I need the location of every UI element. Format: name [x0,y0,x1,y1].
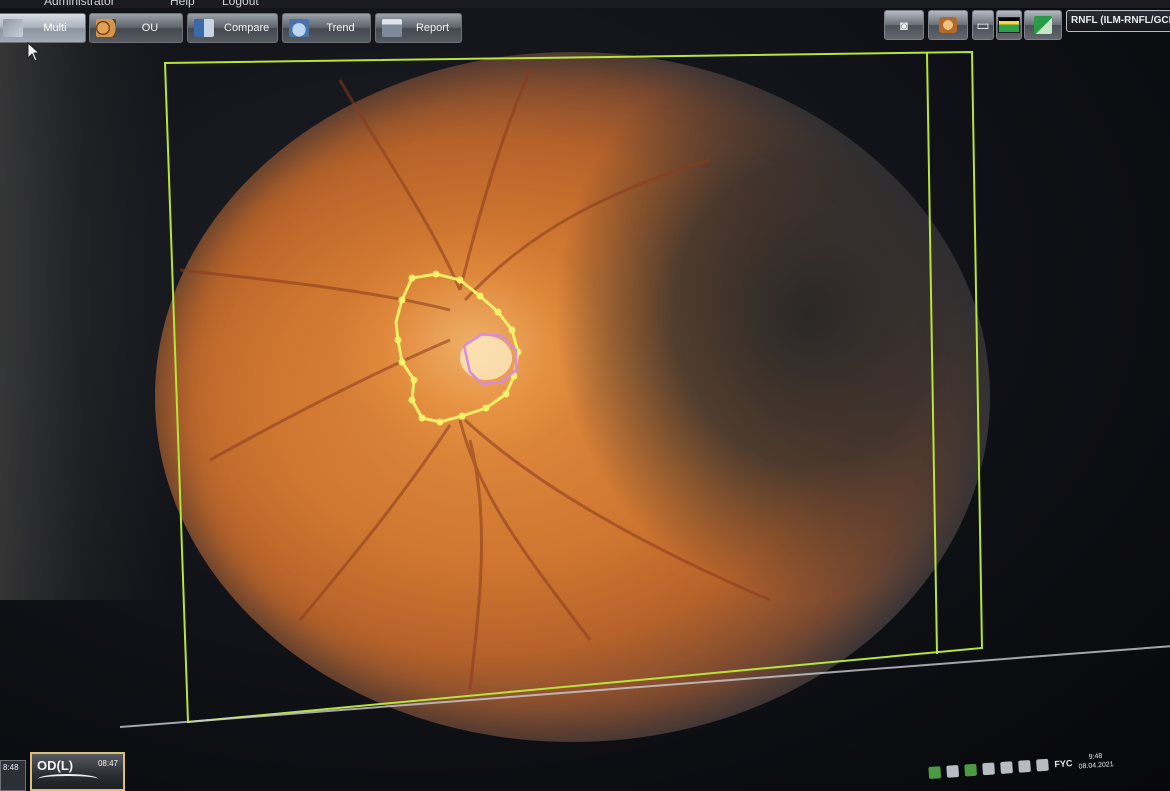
report-button[interactable]: Report [375,13,462,43]
menu-item-help[interactable]: Help [170,0,195,8]
scan-frame-divider [926,52,938,655]
compare-button-label: Compare [224,22,270,34]
edit-segmentation-icon [1034,16,1052,34]
retinal-vessels [179,69,771,691]
system-tray: FYC 9:48 08.04.2021 [927,737,1170,791]
tray-time: 9:48 [1088,752,1103,761]
scan-eye-label: OD(L) [37,758,74,773]
report-button-label: Report [415,22,450,34]
fundus-overlay [163,50,984,724]
scan-preview-icon [38,774,98,784]
report-icon [382,19,402,37]
ou-button-label: OU [141,22,159,34]
fundus-image-icon [939,17,957,33]
ou-eyes-icon [96,19,116,37]
multi-button-label: Multi [43,22,67,34]
thickness-map-icon [998,17,1020,33]
compare-icon [194,19,214,37]
screen: Administrator Help Logout Multi OU Compa… [0,0,1170,791]
trend-icon [289,19,309,37]
screen-glare [0,40,170,600]
blank-panel-icon: ▭ [976,17,990,33]
tray-device-icon[interactable] [982,762,996,776]
trend-button-label: Trend [326,22,355,34]
tray-volume-icon[interactable] [1018,759,1031,773]
multi-button[interactable]: Multi [0,13,86,43]
scan-frame [163,50,984,724]
tray-network-icon[interactable] [964,763,978,777]
menu-item-administrator[interactable]: Administrator [44,0,115,8]
thickness-map-button[interactable] [996,10,1022,40]
scan-thumbnail-previous[interactable]: 8:48 [0,760,26,791]
trend-button[interactable]: Trend [282,13,371,43]
compare-button[interactable]: Compare [187,13,278,43]
fundus-image-button[interactable] [928,10,968,40]
tray-shield-icon[interactable] [946,764,960,778]
scan-thumbnail-current[interactable]: OD(L) 08:47 [30,752,125,791]
edit-segmentation-button[interactable] [1024,10,1062,40]
tray-printer-icon[interactable] [1000,761,1013,775]
blank-panel-button[interactable]: ▭ [972,10,994,40]
fundus-viewer[interactable] [150,40,1010,742]
tray-app-icon[interactable] [928,766,942,780]
tray-language[interactable]: FYC [1054,758,1073,769]
scan-time-label: 08:47 [97,759,118,768]
tray-date: 08.04.2021 [1078,761,1114,771]
camera-button[interactable]: ◙ [884,10,924,40]
tray-clock[interactable]: 9:48 08.04.2021 [1078,751,1114,771]
tray-power-icon[interactable] [1036,758,1049,772]
menu-item-logout[interactable]: Logout [222,0,259,8]
multi-view-icon [3,19,23,37]
layer-select[interactable]: RNFL (ILM-RNFL/GCL) [1066,10,1170,32]
ou-button[interactable]: OU [89,13,183,43]
camera-icon: ◙ [900,17,908,33]
menu-bar: Administrator Help Logout [0,0,1170,8]
scan-thumbnail-previous-label: 8:48 [3,763,19,772]
